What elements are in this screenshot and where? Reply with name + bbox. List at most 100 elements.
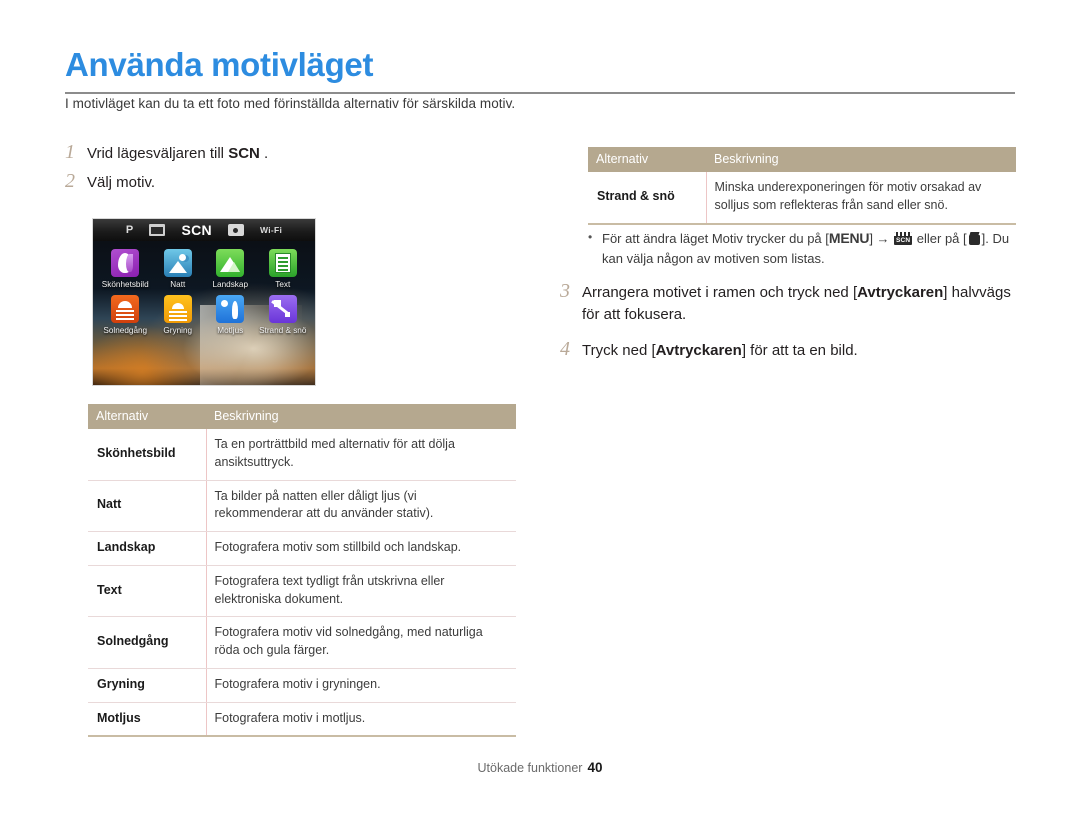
option-name: Motljus — [88, 702, 207, 738]
step-3-text-before: Arrangera motivet i ramen och tryck ned … — [582, 284, 858, 301]
step-1-text: Vrid lägesväljaren till SCN . — [87, 143, 268, 165]
step-2-text: Välj motiv. — [87, 174, 156, 191]
scene-label: Solnedgång — [103, 326, 148, 335]
step-1-mode-scn: SCN — [228, 145, 260, 162]
page-footer: Utökade funktioner 40 — [0, 760, 1080, 775]
option-description: Fotografera motiv i gryningen. — [206, 668, 516, 703]
option-description: Fotografera motiv vid solnedgång, med na… — [206, 616, 516, 669]
scene-options-table-right: Alternativ Beskrivning Strand & snö Mins… — [588, 147, 1016, 225]
step-1: 1 Vrid lägesväljaren till SCN . — [65, 141, 268, 165]
step-2-number: 2 — [65, 170, 75, 192]
note-part-2: ] → — [869, 231, 894, 246]
step-3-number: 3 — [560, 280, 570, 302]
text-icon — [268, 249, 297, 277]
column-header-option: Alternativ — [588, 147, 706, 172]
footer-section-label: Utökade funktioner — [477, 761, 583, 775]
manual-page: Använda motivläget I motivläget kan du t… — [0, 0, 1080, 815]
scene-label: Motljus — [217, 326, 244, 335]
step-4-number: 4 — [560, 338, 570, 360]
night-icon — [163, 249, 192, 277]
scene-item-beauty[interactable]: Skönhetsbild — [99, 249, 152, 289]
scene-label: Strand & snö — [259, 326, 307, 335]
intro-paragraph: I motivläget kan du ta ett foto med föri… — [65, 96, 516, 111]
table-row: Text Fotografera text tydligt från utskr… — [88, 565, 516, 618]
table-row: Natt Ta bilder på natten eller dåligt lj… — [88, 480, 516, 532]
scn-mode-icon: SCN — [894, 232, 913, 245]
table-row: Solnedgång Fotografera motiv vid solnedg… — [88, 616, 516, 669]
scene-item-text[interactable]: Text — [257, 249, 310, 289]
scene-label: Landskap — [212, 280, 248, 289]
scene-mode-grid: Skönhetsbild Natt Landskap Text Solnedgå… — [93, 245, 315, 335]
page-title: Använda motivläget — [65, 46, 374, 83]
mode-scn-label: SCN — [181, 222, 212, 238]
scene-label: Gryning — [163, 326, 193, 335]
camera-icon — [227, 224, 244, 236]
option-description: Fotografera text tydligt från utskrivna … — [206, 565, 516, 618]
note-text: För att ändra läget Motiv trycker du på … — [602, 228, 1020, 269]
movie-camera-icon — [149, 224, 166, 236]
table-row: Landskap Fotografera motiv som stillbild… — [88, 531, 516, 566]
scene-label: Natt — [170, 280, 186, 289]
beach-snow-icon — [268, 295, 297, 323]
option-description: Fotografera motiv som stillbild och land… — [206, 531, 516, 566]
option-name: Text — [88, 565, 207, 618]
table-header-row: Alternativ Beskrivning — [88, 404, 516, 429]
scene-item-dawn[interactable]: Gryning — [152, 295, 205, 335]
title-divider — [65, 92, 1015, 94]
dawn-icon — [163, 295, 192, 323]
beauty-shot-icon — [111, 249, 140, 277]
sunset-icon — [111, 295, 140, 323]
step-4-text-after: ] för att ta en bild. — [741, 342, 858, 359]
table-row: Strand & snö Minska underexponeringen fö… — [588, 172, 1016, 225]
option-name: Natt — [88, 480, 207, 532]
option-description: Minska underexponeringen för motiv orsak… — [706, 172, 1016, 225]
column-header-description: Beskrivning — [206, 404, 516, 429]
step-4: 4 Tryck ned [Avtryckaren] för att ta en … — [560, 338, 1020, 362]
step-4-text-before: Tryck ned [ — [582, 342, 656, 359]
step-3-text: Arrangera motivet i ramen och tryck ned … — [582, 282, 1020, 326]
option-description: Fotografera motiv i motljus. — [206, 702, 516, 738]
step-2: 2 Välj motiv. — [65, 170, 156, 194]
note-part-1: För att ändra läget Motiv trycker du på … — [602, 231, 829, 246]
option-description: Ta bilder på natten eller dåligt ljus (v… — [206, 480, 516, 532]
camera-mode-bar: P SCN Wi-Fi — [93, 219, 315, 241]
step-3-shutter-label: Avtryckaren — [857, 284, 944, 301]
scene-item-night[interactable]: Natt — [152, 249, 205, 289]
step-3: 3 Arrangera motivet i ramen och tryck ne… — [560, 280, 1020, 326]
scene-item-landscape[interactable]: Landskap — [204, 249, 257, 289]
table-row: Motljus Fotografera motiv i motljus. — [88, 702, 516, 738]
function-button-icon — [968, 232, 981, 245]
option-name: Skönhetsbild — [88, 429, 207, 481]
bullet-icon: • — [588, 230, 593, 244]
table-row: Gryning Fotografera motiv i gryningen. — [88, 668, 516, 703]
scene-item-sunset[interactable]: Solnedgång — [99, 295, 152, 335]
backlight-icon — [216, 295, 245, 323]
option-name: Gryning — [88, 668, 207, 703]
step-4-shutter-label: Avtryckaren — [655, 342, 742, 359]
scene-label: Text — [275, 280, 291, 289]
column-header-description: Beskrivning — [706, 147, 1016, 172]
option-name: Solnedgång — [88, 616, 207, 669]
note-part-3: eller på [ — [913, 231, 967, 246]
scene-options-table-left: Alternativ Beskrivning Skönhetsbild Ta e… — [88, 404, 516, 738]
step-4-text: Tryck ned [Avtryckaren] för att ta en bi… — [582, 340, 858, 362]
wifi-label: Wi-Fi — [259, 225, 283, 235]
scene-item-beach-snow[interactable]: Strand & snö — [257, 295, 310, 335]
option-description: Ta en porträttbild med alternativ för at… — [206, 429, 516, 481]
step-1-number: 1 — [65, 141, 75, 163]
page-number: 40 — [587, 760, 603, 775]
scene-label: Skönhetsbild — [101, 280, 149, 289]
step-1-text-after: . — [259, 145, 269, 162]
table-row: Skönhetsbild Ta en porträttbild med alte… — [88, 429, 516, 481]
scene-item-backlight[interactable]: Motljus — [204, 295, 257, 335]
scn-mode-icon-label: SCN — [895, 237, 911, 244]
column-header-option: Alternativ — [88, 404, 206, 429]
camera-screen-illustration: P SCN Wi-Fi Skönhetsbild Natt Landskap T… — [93, 219, 315, 385]
step-1-text-before: Vrid lägesväljaren till — [87, 145, 229, 162]
table-header-row: Alternativ Beskrivning — [588, 147, 1016, 172]
menu-button-label: MENU — [828, 230, 870, 246]
note-block: • För att ändra läget Motiv trycker du p… — [588, 228, 1020, 269]
option-name: Landskap — [88, 531, 207, 566]
option-name: Strand & snö — [588, 172, 707, 225]
mode-p-label: P — [125, 224, 134, 236]
